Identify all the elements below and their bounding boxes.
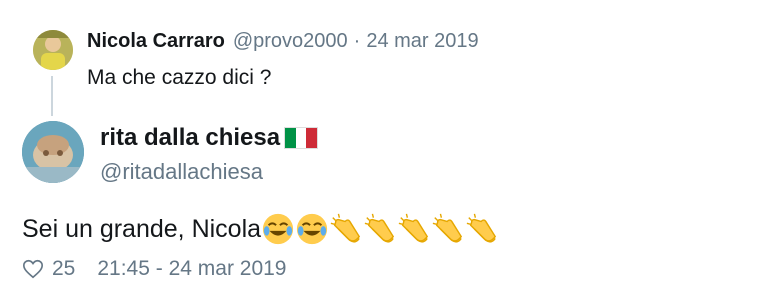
- main-tweet-text: Sei un grande, Nicola: [22, 214, 262, 243]
- main-tweet-footer: 25 21:45 - 24 mar 2019: [22, 257, 286, 281]
- like-count[interactable]: 25: [52, 257, 75, 281]
- main-author-handle[interactable]: @ritadallachiesa: [100, 159, 263, 185]
- tears-of-joy-icon: [295, 212, 329, 246]
- italy-flag-icon: [284, 127, 319, 149]
- clapping-hands-icon: [329, 212, 363, 246]
- main-avatar[interactable]: [22, 121, 84, 183]
- main-tweet-body: Sei un grande, Nicola: [22, 212, 499, 246]
- thread-connector-line: [51, 76, 53, 116]
- main-author-name[interactable]: rita dalla chiesa: [100, 124, 280, 152]
- clapping-hands-icon: [465, 212, 499, 246]
- parent-author-handle[interactable]: @provo2000: [233, 30, 348, 53]
- parent-tweet-text: Ma che cazzo dici ?: [87, 66, 272, 89]
- heart-icon[interactable]: [22, 258, 44, 280]
- parent-separator: ·: [353, 30, 361, 52]
- main-author-row: rita dalla chiesa: [100, 124, 319, 152]
- tweet-timestamp[interactable]: 21:45 - 24 mar 2019: [97, 257, 286, 281]
- clapping-hands-icon: [431, 212, 465, 246]
- clapping-hands-icon: [363, 212, 397, 246]
- parent-tweet-header: Nicola Carraro @provo2000 · 24 mar 2019: [87, 30, 479, 60]
- clapping-hands-icon: [397, 212, 431, 246]
- parent-author-name[interactable]: Nicola Carraro: [87, 30, 225, 53]
- tears-of-joy-icon: [261, 212, 295, 246]
- parent-date[interactable]: 24 mar 2019: [366, 30, 478, 53]
- parent-avatar[interactable]: [33, 30, 73, 70]
